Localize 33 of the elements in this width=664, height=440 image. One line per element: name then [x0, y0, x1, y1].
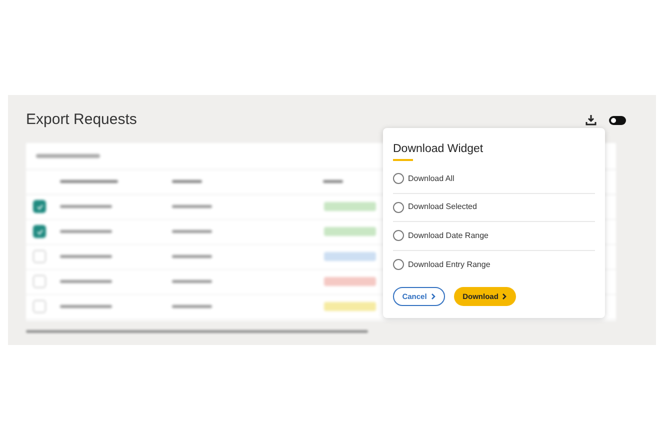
radio-button[interactable] [393, 173, 404, 184]
radio-button[interactable] [393, 202, 404, 213]
title-underline [393, 159, 413, 161]
blurred-text [323, 180, 343, 183]
chevron-icon [430, 293, 436, 300]
checkmark-icon [36, 202, 44, 210]
option-label: Download Entry Range [408, 258, 490, 271]
option-label: Download All [408, 172, 454, 185]
option-label: Download Date Range [408, 230, 488, 242]
checkbox[interactable] [33, 225, 46, 238]
dialog-title: Download Widget [393, 142, 484, 156]
radio-button[interactable] [393, 230, 404, 242]
blurred-text [172, 255, 212, 258]
blurred-text [172, 305, 212, 308]
option-label: Download Selected [408, 201, 477, 214]
blurred-text [172, 280, 212, 283]
blurred-text [172, 180, 202, 183]
radio-button[interactable] [393, 259, 404, 270]
blurred-text [60, 255, 112, 258]
blurred-text [60, 205, 112, 208]
toggle-switch[interactable] [609, 116, 626, 125]
blurred-text [60, 280, 112, 283]
checkbox[interactable] [33, 200, 46, 213]
blurred-text [172, 205, 212, 208]
blurred-text [36, 154, 100, 158]
blurred-text [172, 230, 212, 233]
checkmark-icon [36, 228, 44, 236]
download-icon[interactable] [585, 114, 597, 126]
blurred-text [60, 180, 118, 183]
blurred-text [60, 305, 112, 308]
page-title: Export Requests [26, 110, 137, 130]
chevron-icon [502, 293, 508, 300]
blurred-text [60, 230, 112, 233]
